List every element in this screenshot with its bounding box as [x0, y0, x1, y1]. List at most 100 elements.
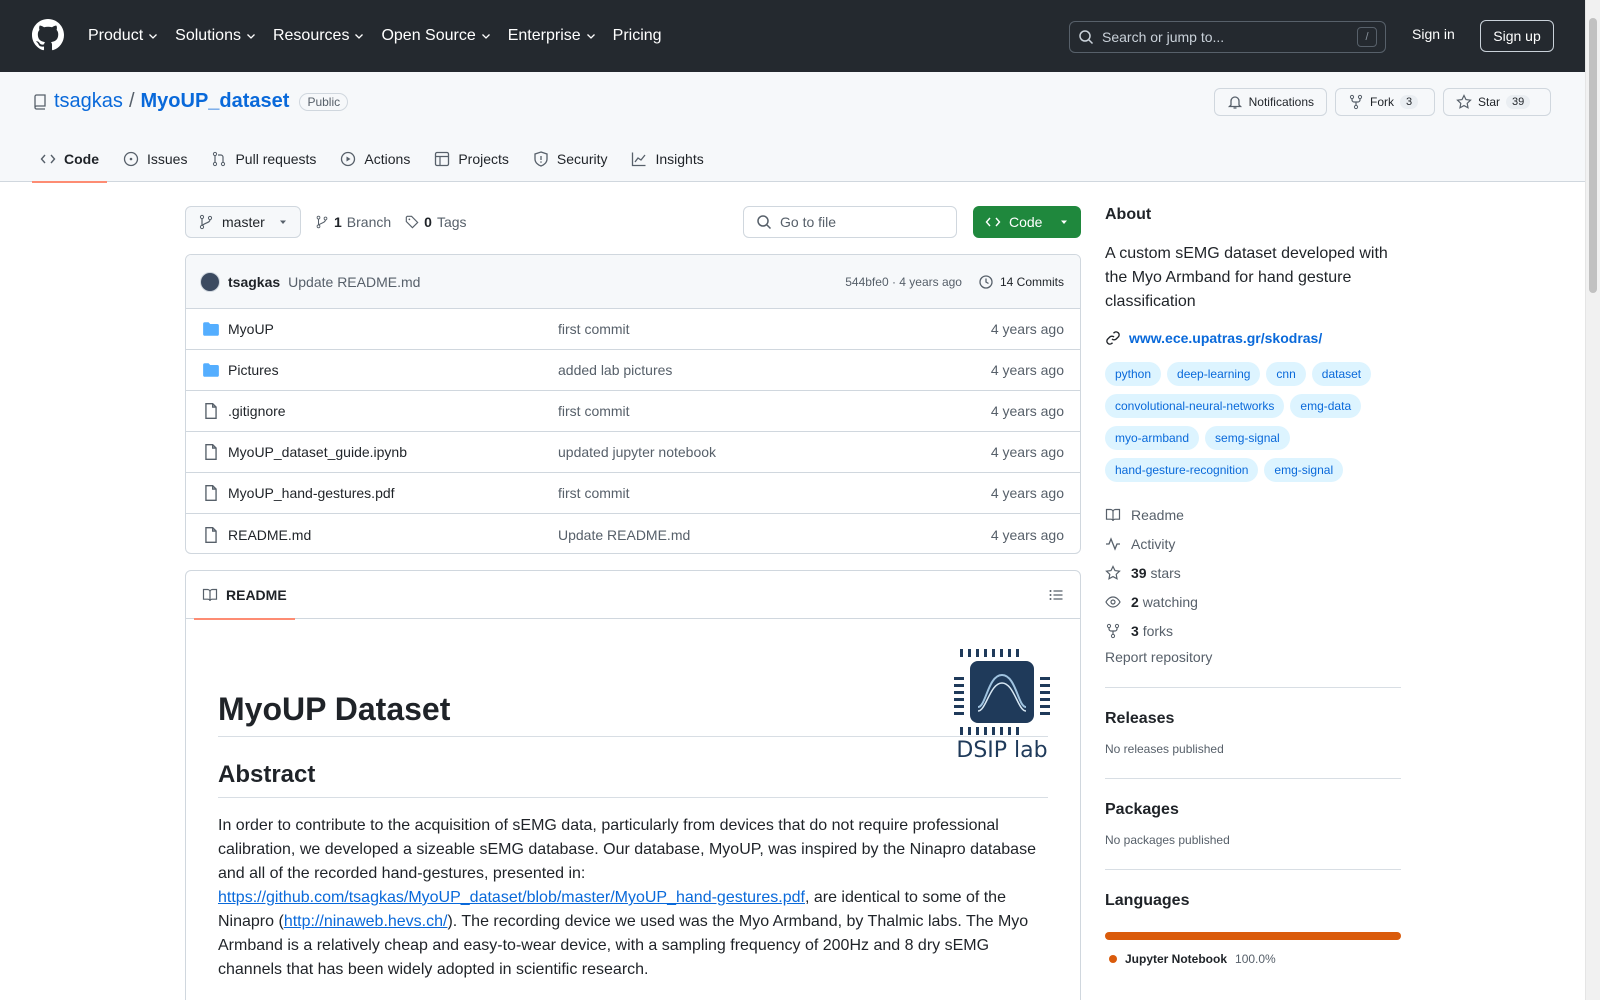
commits-history-link[interactable]: 14 Commits	[978, 274, 1064, 290]
search-input[interactable]: Search or jump to... /	[1069, 21, 1386, 53]
tab-actions[interactable]: Actions	[332, 136, 418, 182]
activity-link[interactable]: Activity	[1105, 529, 1401, 558]
file-name[interactable]: .gitignore	[228, 403, 558, 419]
fork-button[interactable]: Fork 3	[1335, 88, 1435, 116]
file-row[interactable]: MyoUP first commit 4 years ago	[186, 309, 1080, 350]
hand-gestures-pdf-link[interactable]: https://github.com/tsagkas/MyoUP_dataset…	[218, 889, 805, 906]
commit-hash-time[interactable]: 544bfe0 · 4 years ago	[845, 275, 962, 289]
file-name[interactable]: README.md	[228, 527, 558, 543]
topic-tag[interactable]: hand-gesture-recognition	[1105, 458, 1259, 482]
file-commit-message[interactable]: first commit	[558, 485, 991, 501]
topic-tag[interactable]: python	[1105, 362, 1162, 386]
file-commit-message[interactable]: first commit	[558, 403, 991, 419]
topic-tag[interactable]: cnn	[1266, 362, 1306, 386]
file-commit-message[interactable]: Update README.md	[558, 527, 991, 543]
topic-tag[interactable]: deep-learning	[1167, 362, 1261, 386]
commit-message[interactable]: Update README.md	[288, 274, 420, 290]
file-row[interactable]: MyoUP_dataset_guide.ipynb updated jupyter…	[186, 432, 1080, 473]
file-row[interactable]: Pictures added lab pictures 4 years ago	[186, 350, 1080, 391]
list-unordered-icon[interactable]	[1048, 587, 1064, 603]
star-button[interactable]: Star 39	[1443, 88, 1551, 116]
file-name[interactable]: MyoUP	[228, 321, 558, 337]
nav-solutions[interactable]: Solutions	[175, 27, 257, 45]
website-link[interactable]: www.ece.upatras.gr/skodras/	[1105, 330, 1401, 346]
file-age: 4 years ago	[990, 403, 1064, 419]
eye-icon	[1105, 595, 1121, 608]
chevron-down-icon	[586, 34, 595, 39]
ninapro-link[interactable]: http://ninaweb.hevs.ch/	[284, 913, 448, 930]
readme-tab-label: README	[226, 586, 287, 603]
forks-link[interactable]: 3 forks	[1105, 616, 1401, 645]
nav-label: Enterprise	[507, 27, 581, 44]
report-repository-link[interactable]: Report repository	[1105, 649, 1401, 688]
repo-sidebar: About A custom sEMG dataset developed wi…	[1105, 206, 1401, 966]
topic-tag[interactable]: dataset	[1311, 362, 1372, 386]
packages-heading[interactable]: Packages	[1105, 801, 1401, 819]
star-icon	[1456, 94, 1472, 109]
stars-link[interactable]: 39 stars	[1105, 558, 1401, 587]
file-name[interactable]: MyoUP_hand-gestures.pdf	[228, 485, 558, 501]
releases-heading[interactable]: Releases	[1105, 710, 1401, 728]
notifications-button[interactable]: Notifications	[1213, 88, 1327, 116]
branch-name: master	[222, 214, 265, 230]
nav-pricing[interactable]: Pricing	[613, 27, 662, 45]
visibility-badge: Public	[299, 92, 349, 111]
chevron-down-icon	[247, 34, 255, 39]
nav-enterprise[interactable]: Enterprise	[508, 27, 597, 45]
tab-insights[interactable]: Insights	[623, 136, 711, 182]
tags-link[interactable]: 0 Tags	[405, 214, 467, 230]
watchers-link[interactable]: 2 watching	[1105, 587, 1401, 616]
tab-projects[interactable]: Projects	[426, 136, 517, 182]
file-name[interactable]: Pictures	[228, 362, 558, 378]
topic-tag[interactable]: semg-signal	[1205, 426, 1290, 450]
play-circle-icon	[341, 151, 356, 167]
branch-select-button[interactable]: master	[185, 206, 301, 238]
file-age: 4 years ago	[990, 444, 1064, 460]
file-name[interactable]: MyoUP_dataset_guide.ipynb	[228, 444, 558, 460]
tab-code[interactable]: Code	[32, 136, 107, 183]
tab-issues[interactable]: Issues	[115, 136, 195, 182]
code-dropdown-button[interactable]: Code	[973, 206, 1081, 238]
topic-tag[interactable]: emg-signal	[1264, 458, 1344, 482]
readme-tab[interactable]: README	[194, 571, 295, 620]
sign-in-link[interactable]: Sign in	[1412, 26, 1455, 42]
github-logo-icon[interactable]	[32, 19, 64, 51]
book-icon	[1105, 508, 1121, 521]
page-scrollbar[interactable]	[1585, 0, 1600, 1000]
forks-count: 3	[1131, 622, 1139, 639]
scrollbar-thumb[interactable]	[1589, 18, 1597, 293]
go-to-file-input[interactable]: Go to file	[743, 206, 957, 238]
repo-name-link[interactable]: MyoUP_dataset	[141, 90, 290, 113]
languages-heading: Languages	[1105, 892, 1190, 909]
branches-link[interactable]: 1 Branch	[315, 214, 391, 230]
avatar[interactable]	[200, 271, 220, 292]
tab-security[interactable]: Security	[525, 136, 616, 182]
language-item[interactable]: Jupyter Notebook 100.0%	[1105, 952, 1401, 966]
commits-count: 14 Commits	[999, 274, 1064, 289]
topic-tag[interactable]: convolutional-neural-networks	[1105, 394, 1285, 418]
topic-tag[interactable]: emg-data	[1290, 394, 1362, 418]
search-icon	[1079, 30, 1094, 45]
nav-open-source[interactable]: Open Source	[381, 27, 491, 45]
readme-link[interactable]: Readme	[1105, 500, 1401, 529]
commit-author[interactable]: tsagkas	[228, 274, 280, 290]
sign-up-button[interactable]: Sign up	[1480, 20, 1554, 52]
file-commit-message[interactable]: added lab pictures	[558, 362, 991, 378]
about-description: A custom sEMG dataset developed with the…	[1105, 245, 1388, 310]
file-row[interactable]: MyoUP_hand-gestures.pdf first commit 4 yea…	[186, 473, 1080, 514]
graph-icon	[632, 152, 646, 167]
file-commit-message[interactable]: updated jupyter notebook	[558, 444, 991, 460]
tab-pull-requests[interactable]: Pull requests	[203, 136, 324, 182]
nav-product[interactable]: Product	[88, 27, 159, 45]
file-commit-message[interactable]: first commit	[558, 321, 991, 337]
repo-owner-link[interactable]: tsagkas	[54, 90, 123, 113]
file-row[interactable]: .gitignore first commit 4 years ago	[186, 391, 1080, 432]
code-button-label: Code	[1009, 214, 1043, 230]
topic-tag[interactable]: myo-armband	[1105, 426, 1200, 450]
fork-icon	[1106, 623, 1120, 638]
nav-resources[interactable]: Resources	[273, 27, 365, 45]
star-icon	[1105, 564, 1121, 580]
file-icon	[205, 444, 217, 460]
nav-label: Open Source	[381, 27, 476, 44]
file-row[interactable]: README.md Update README.md 4 years ago	[186, 514, 1080, 553]
